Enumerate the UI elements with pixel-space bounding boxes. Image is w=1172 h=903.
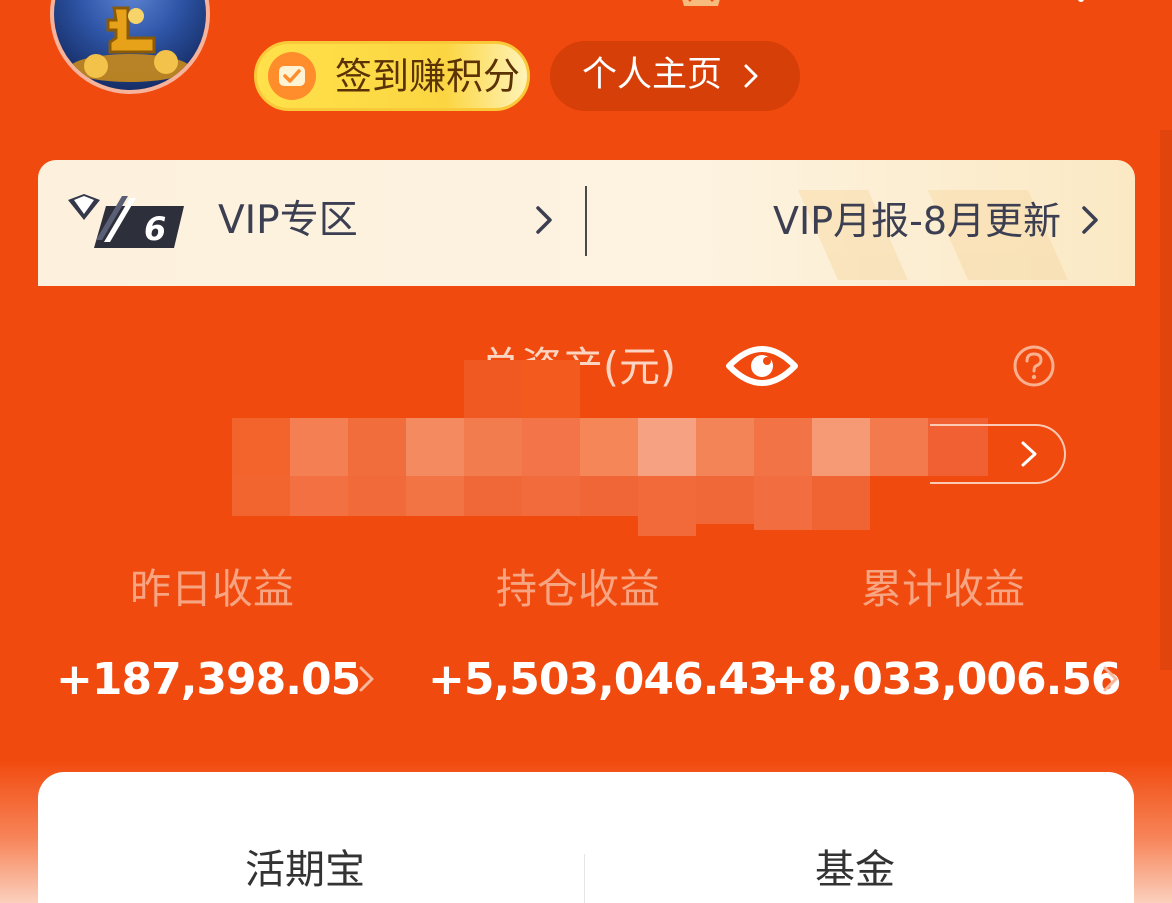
yesterday-earnings-value[interactable]: +187,398.05 [56, 652, 361, 708]
vip-zone-link[interactable]: VIP专区 [218, 197, 358, 245]
header-fragment-dot [1078, 0, 1084, 2]
svg-text:6: 6 [144, 210, 166, 248]
scroll-rail [1160, 130, 1172, 670]
redacted-amount [232, 360, 988, 536]
avatar[interactable] [50, 0, 210, 94]
account-screen: 签到赚积分 个人主页 6 VIP专区 VIP月报-8月更新 总资产( [0, 0, 1172, 903]
chevron-right-icon[interactable] [357, 664, 377, 694]
diamond-vip-badge-icon: 6 [68, 194, 184, 248]
crown-icon [682, 0, 720, 6]
profile-label: 个人主页 [582, 55, 723, 95]
vip-report-link[interactable]: VIP月报-8月更新 [773, 197, 1061, 245]
tab-current-savings[interactable]: 活期宝 [245, 844, 365, 896]
cumulative-earnings-label: 累计收益 [861, 565, 1025, 613]
profile-button[interactable]: 个人主页 [550, 41, 800, 111]
holding-earnings-label: 持仓收益 [496, 565, 660, 613]
avatar-image [70, 6, 190, 82]
holding-earnings-value[interactable]: +5,503,046.43 [428, 652, 779, 708]
assets-detail-button[interactable] [930, 424, 1066, 484]
cumulative-earnings-value[interactable]: +8,033,006.56 [771, 652, 1122, 708]
tab-divider [584, 854, 585, 903]
vip-banner: 6 VIP专区 VIP月报-8月更新 [38, 160, 1135, 286]
chevron-right-icon[interactable] [1101, 664, 1121, 694]
vip-divider [585, 186, 587, 256]
chevron-right-icon[interactable] [534, 204, 554, 236]
chevron-right-icon[interactable] [1018, 438, 1040, 470]
tab-funds[interactable]: 基金 [815, 844, 895, 896]
checkin-label: 签到赚积分 [335, 55, 520, 98]
checkin-button[interactable]: 签到赚积分 [254, 41, 530, 111]
chevron-right-icon[interactable] [1080, 204, 1100, 236]
chevron-right-icon [744, 64, 758, 88]
question-circle-icon[interactable] [1012, 344, 1056, 388]
product-tab-card: 活期宝 基金 [38, 772, 1134, 903]
yesterday-earnings-label: 昨日收益 [130, 565, 294, 613]
checkin-check-icon [268, 52, 316, 100]
